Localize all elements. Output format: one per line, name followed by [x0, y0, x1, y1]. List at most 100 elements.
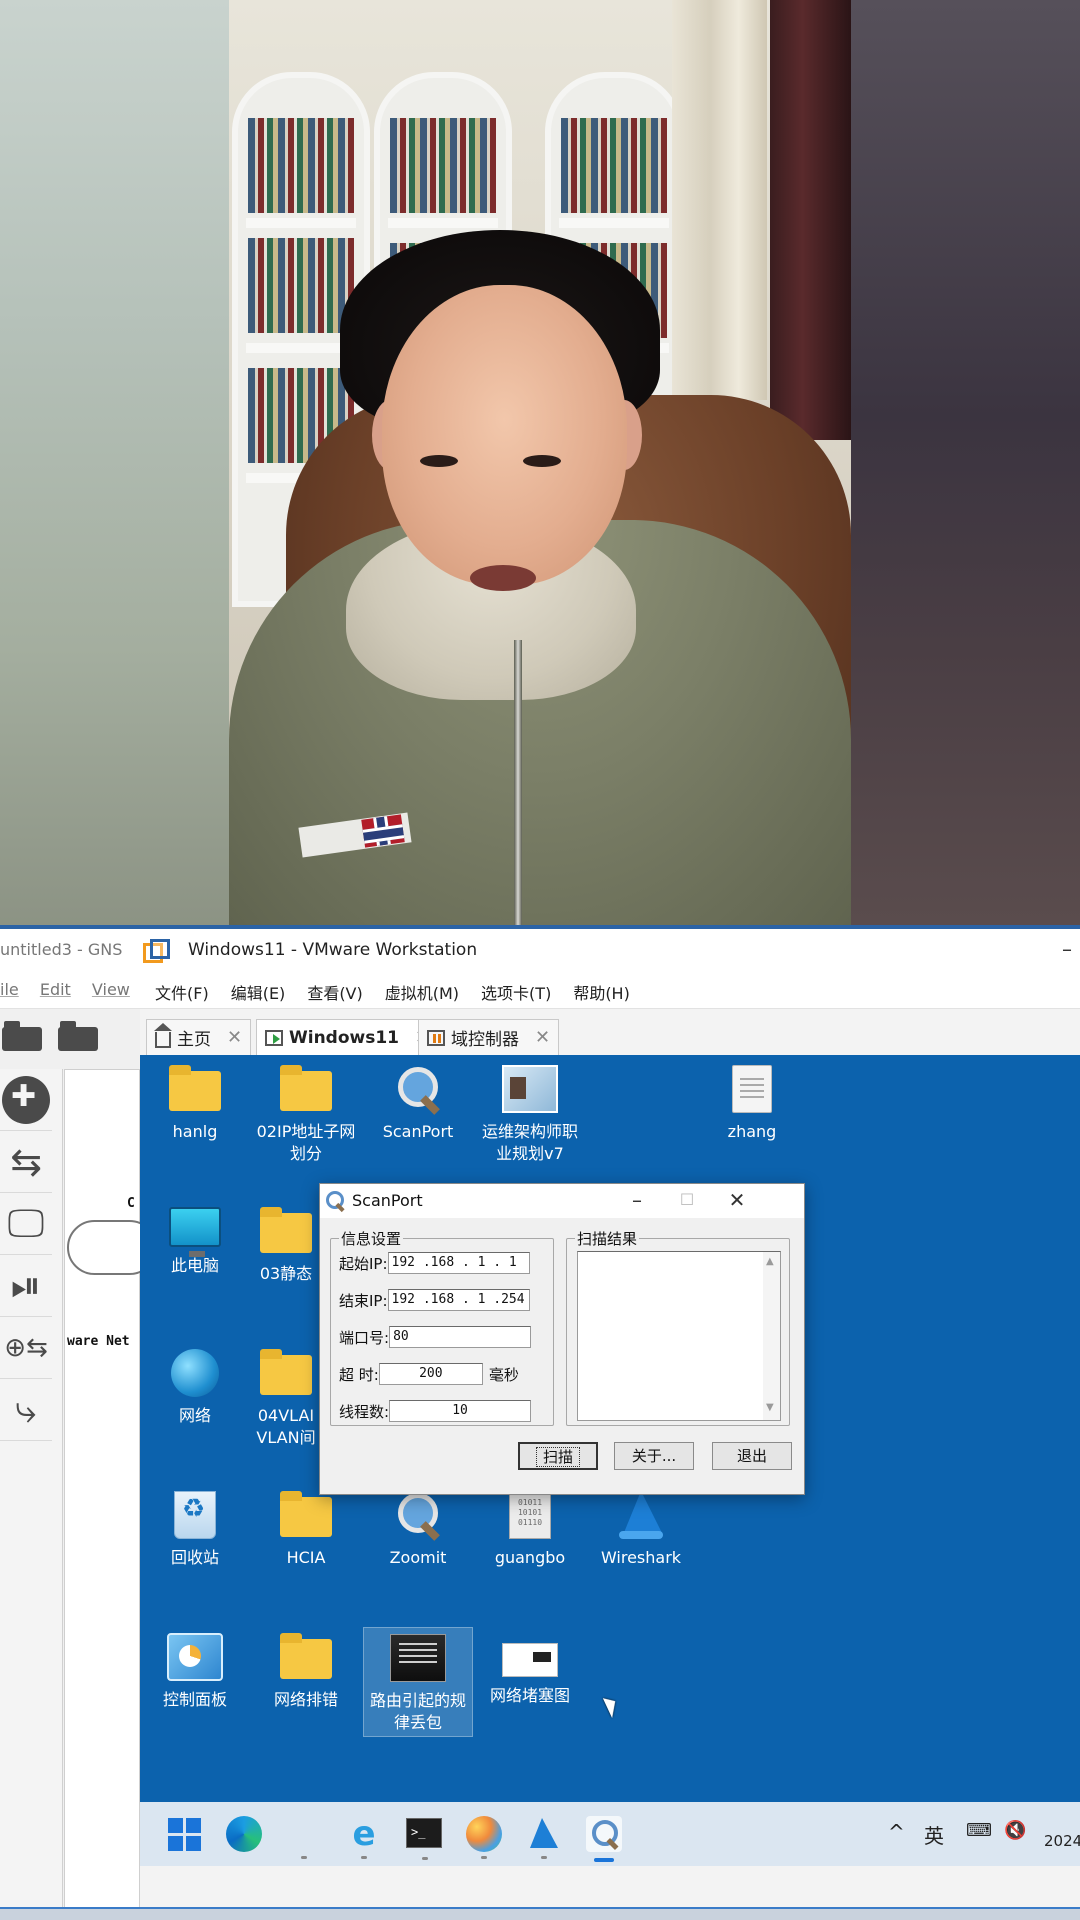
start-button-windows-icon[interactable]	[166, 1816, 202, 1852]
all-devices-tool[interactable]: ⊕⇆	[0, 1317, 52, 1379]
scroll-down-arrow-icon[interactable]: ▼	[766, 1402, 774, 1413]
desktop-icon-label: HCIA	[286, 1548, 326, 1567]
person-eye-right	[523, 455, 561, 467]
tab-domain-controller-close-icon[interactable]: ✕	[535, 1027, 550, 1048]
vm-menu-vm[interactable]: 虚拟机(M)	[385, 980, 459, 1004]
desktop-icon-zhang[interactable]: zhang	[697, 1065, 807, 1143]
desktop-icon-wireshark[interactable]: Wireshark	[586, 1491, 696, 1569]
tab-domain-controller[interactable]: 域控制器 ✕	[418, 1019, 560, 1055]
wireshark-fin-icon	[615, 1491, 667, 1539]
vmware-logo-icon	[143, 939, 170, 963]
scanport-taskbar-icon[interactable]	[586, 1816, 622, 1862]
gns3-menu: ile Edit View	[0, 980, 146, 999]
vm-menu-tabs[interactable]: 选项卡(T)	[481, 980, 551, 1004]
scanport-title-bar[interactable]: ScanPort – ☐ ✕	[320, 1184, 804, 1218]
switches-tool[interactable]: ⇆	[0, 1131, 52, 1193]
desktop-icon-hcia[interactable]: HCIA	[251, 1491, 361, 1569]
desktop-icon-static-route[interactable]: 03静态	[251, 1207, 321, 1285]
monitor-icon: 🖵	[7, 1201, 45, 1245]
home-icon	[154, 1022, 172, 1048]
switch-arrows-icon: ⇆	[10, 1139, 42, 1184]
about-button[interactable]: 关于...	[614, 1442, 694, 1470]
command-prompt-icon[interactable]	[406, 1818, 442, 1860]
internet-explorer-icon[interactable]: e	[346, 1816, 382, 1859]
add-link-tool[interactable]: ⤷	[0, 1379, 52, 1441]
windows-desktop[interactable]: hanlg 02IP地址子网划分 ScanPort 运维架构师职业规划v7 zh…	[140, 1055, 1080, 1802]
cable-icon: ⤷	[15, 1387, 37, 1431]
end-ip-input[interactable]: 192 .168 . 1 .254	[387, 1289, 530, 1311]
desktop-icon-vlan[interactable]: 04VLAI VLAN间	[251, 1349, 321, 1449]
volume-muted-icon[interactable]: 🔇	[1004, 1820, 1026, 1841]
taskbar-clock[interactable]: 2024	[1044, 1832, 1080, 1850]
scan-results-list[interactable]: ▲ ▼	[577, 1251, 781, 1421]
desktop-icon-scanport[interactable]: ScanPort	[363, 1065, 473, 1143]
input-method-indicator[interactable]: 英	[924, 1820, 944, 1849]
port-input[interactable]: 80	[389, 1326, 532, 1348]
desktop-icon-routing-loss[interactable]: 路由引起的规律丢包	[363, 1627, 473, 1737]
edge-browser-icon[interactable]	[226, 1816, 262, 1852]
windows-taskbar: e ^ 英 ⌨ 🔇 2024	[140, 1802, 1080, 1866]
start-ip-input[interactable]: 192 .168 . 1 . 1	[387, 1252, 530, 1274]
vm-menu-view[interactable]: 查看(V)	[307, 980, 362, 1004]
timeout-input[interactable]: 200	[378, 1363, 483, 1385]
tray-overflow-chevron-icon[interactable]: ^	[888, 1820, 905, 1844]
desktop-icon-guangbo[interactable]: 01011 10101 01110 guangbo	[475, 1491, 585, 1569]
tab-home-close-icon[interactable]: ✕	[227, 1027, 242, 1048]
scan-button[interactable]: 扫描	[518, 1442, 598, 1470]
scan-button-label: 扫描	[535, 1447, 580, 1467]
host-taskbar-strip	[0, 1907, 1080, 1920]
end-devices-tool[interactable]: 🖵	[0, 1193, 52, 1255]
dialog-close-button[interactable]: ✕	[712, 1184, 762, 1218]
root: untitled3 - GNS Windows11 - VMware Works…	[0, 0, 1080, 1920]
scroll-up-arrow-icon[interactable]: ▲	[766, 1256, 774, 1267]
video-file-icon	[390, 1634, 446, 1682]
results-group: 扫描结果 ▲ ▼	[566, 1228, 790, 1426]
webcam-video	[0, 0, 1080, 925]
desktop-icon-recycle-bin[interactable]: 回收站	[140, 1491, 250, 1569]
new-project-folder-icon[interactable]	[2, 1021, 42, 1051]
settings-group-label: 信息设置	[339, 1228, 404, 1249]
port-row: 端口号: 80	[339, 1325, 532, 1349]
gns3-menu-edit[interactable]: Edit	[40, 980, 71, 999]
paint-palette-icon[interactable]	[466, 1816, 502, 1859]
desktop-icon-label: 路由引起的规律丢包	[369, 1691, 466, 1732]
minimize-button[interactable]: –	[1062, 937, 1072, 961]
desktop-icon-zoomit[interactable]: Zoomit	[363, 1491, 473, 1569]
tab-home[interactable]: 主页 ✕	[146, 1019, 252, 1055]
end-ip-row: 结束IP: 192 .168 . 1 .254	[339, 1288, 530, 1312]
vm-menu-edit[interactable]: 编辑(E)	[231, 980, 286, 1004]
folder-icon	[280, 1065, 332, 1113]
gns3-menu-file[interactable]: ile	[0, 980, 19, 999]
network-status-icon[interactable]: ⌨	[966, 1820, 992, 1841]
timeout-unit: 毫秒	[488, 1365, 519, 1384]
open-project-folder-icon[interactable]	[58, 1021, 98, 1051]
desktop-icon-ip-subnet[interactable]: 02IP地址子网划分	[251, 1065, 361, 1165]
security-devices-tool[interactable]: ⏯	[0, 1255, 52, 1317]
routers-tool[interactable]	[0, 1069, 52, 1131]
desktop-icon-this-pc[interactable]: 此电脑	[140, 1207, 250, 1277]
vmware-workstation: 主页 ✕ Windows11 ✕ 域控制器 ✕ hanlg	[140, 1009, 1080, 1920]
desktop-icon-hanlg[interactable]: hanlg	[140, 1065, 250, 1143]
desktop-icon-label: ScanPort	[382, 1122, 454, 1141]
magnifier-icon	[394, 1491, 442, 1539]
desktop-icon-net-troubleshoot[interactable]: 网络排错	[251, 1633, 361, 1711]
desktop-icon-control-panel[interactable]: 控制面板	[140, 1633, 250, 1711]
control-panel-taskbar-icon[interactable]	[286, 1816, 322, 1859]
tab-windows11[interactable]: Windows11 ✕	[256, 1019, 440, 1055]
gns3-topology-canvas[interactable]: C ware Net	[64, 1069, 157, 1919]
desktop-icon-career-plan[interactable]: 运维架构师职业规划v7	[475, 1065, 585, 1165]
vm-menu-file[interactable]: 文件(F)	[155, 980, 209, 1004]
desktop-icon-network[interactable]: 网络	[140, 1349, 250, 1427]
wireshark-taskbar-icon[interactable]	[526, 1816, 562, 1859]
vm-menu-help[interactable]: 帮助(H)	[573, 980, 630, 1004]
desktop-icon-label: 此电脑	[170, 1256, 219, 1275]
start-ip-label: 起始IP:	[339, 1254, 388, 1273]
folder-icon	[260, 1207, 312, 1255]
threads-input[interactable]: 10	[389, 1400, 532, 1422]
router-icon	[2, 1075, 50, 1124]
dialog-minimize-button[interactable]: –	[612, 1184, 662, 1218]
gns3-menu-view[interactable]: View	[92, 980, 130, 999]
desktop-icon-net-congestion[interactable]: 网络堵塞图	[475, 1633, 585, 1707]
exit-button[interactable]: 退出	[712, 1442, 792, 1470]
results-vertical-scrollbar[interactable]: ▲ ▼	[763, 1252, 780, 1420]
